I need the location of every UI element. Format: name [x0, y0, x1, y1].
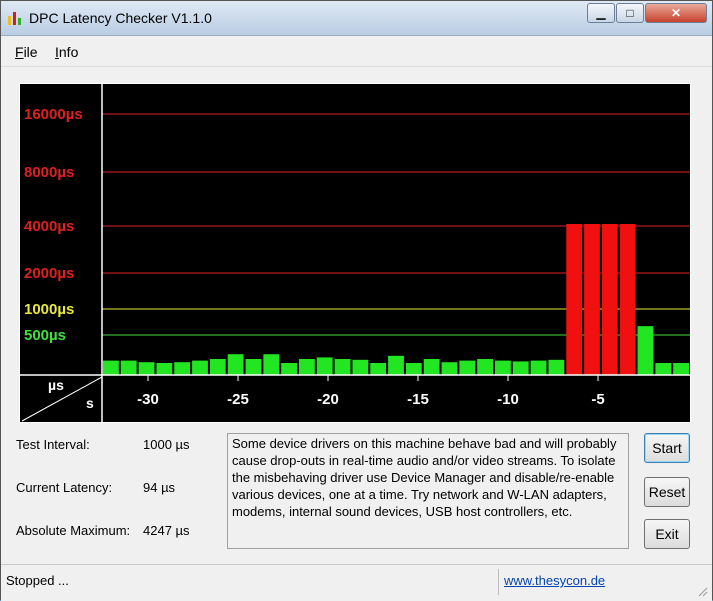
- y-axis-label: 4000µs: [24, 218, 74, 235]
- website-link[interactable]: www.thesycon.de: [504, 573, 605, 588]
- latency-bar: [405, 363, 422, 375]
- close-button[interactable]: ✕: [645, 3, 707, 23]
- y-axis-label: 8000µs: [24, 164, 74, 181]
- latency-bar: [103, 360, 119, 375]
- menu-file[interactable]: File: [15, 44, 38, 60]
- x-tick-label: -25: [227, 391, 249, 408]
- status-divider: [498, 569, 499, 595]
- latency-bar: [530, 360, 547, 375]
- latency-bar: [477, 359, 493, 375]
- minimize-icon: ▁: [596, 6, 606, 20]
- close-icon: ✕: [670, 6, 682, 20]
- latency-bar: [352, 359, 369, 375]
- latency-bar: [156, 363, 173, 375]
- latency-bar: [334, 359, 351, 375]
- latency-bar: [138, 362, 155, 375]
- latency-bar: [192, 360, 208, 375]
- latency-bar: [388, 355, 404, 375]
- latency-bar: [120, 360, 137, 375]
- latency-bar: [619, 223, 636, 375]
- test-interval-label: Test Interval:: [16, 437, 90, 452]
- latency-bar: [227, 354, 244, 375]
- y-axis-label: 16000µs: [24, 106, 83, 123]
- exit-button[interactable]: Exit: [644, 519, 690, 549]
- y-axis-label: 2000µs: [24, 265, 74, 282]
- current-latency-label: Current Latency:: [16, 480, 113, 495]
- maximize-icon: □: [626, 6, 634, 20]
- latency-bar: [299, 359, 315, 375]
- latency-bar: [584, 223, 600, 375]
- corner-unit-bottom: s: [86, 395, 94, 411]
- window-title: DPC Latency Checker V1.1.0: [29, 10, 212, 26]
- latency-bar: [548, 359, 565, 375]
- start-button[interactable]: Start: [644, 433, 690, 463]
- title-bar[interactable]: DPC Latency Checker V1.1.0 ▁ □ ✕: [1, 1, 712, 36]
- absolute-maximum-value: 4247 µs: [143, 523, 190, 538]
- menu-info[interactable]: Info: [55, 44, 78, 60]
- test-interval-value: 1000 µs: [143, 437, 190, 452]
- latency-bar: [245, 359, 262, 375]
- y-axis-label: 1000µs: [24, 301, 74, 318]
- diagnosis-message: Some device drivers on this machine beha…: [227, 433, 629, 549]
- current-latency-value: 94 µs: [143, 480, 176, 495]
- menu-bar: File Info: [1, 36, 712, 67]
- resize-grip-icon[interactable]: [696, 585, 708, 597]
- x-tick-label: -10: [497, 391, 519, 408]
- status-text: Stopped ...: [6, 573, 69, 588]
- latency-graph: 16000µs 8000µs 4000µs 2000µs 1000µs 500µs µs s -…: [19, 83, 691, 423]
- latency-bar: [459, 360, 476, 375]
- latency-bar: [370, 363, 387, 375]
- latency-bar: [174, 362, 191, 375]
- latency-bar: [601, 223, 618, 375]
- maximize-button[interactable]: □: [616, 3, 644, 23]
- latency-bar: [316, 357, 333, 375]
- x-tick-label: -30: [137, 391, 159, 408]
- latency-bar: [441, 362, 458, 375]
- latency-bar: [655, 363, 672, 375]
- x-tick-label: -20: [317, 391, 339, 408]
- x-tick-label: -15: [407, 391, 429, 408]
- latency-bar: [281, 363, 297, 375]
- latency-graph-canvas: 16000µs 8000µs 4000µs 2000µs 1000µs 500µs µs s -…: [20, 84, 690, 422]
- reset-button[interactable]: Reset: [644, 477, 690, 507]
- latency-bar: [423, 359, 440, 375]
- x-tick-label: -5: [591, 391, 604, 408]
- latency-bar: [495, 360, 511, 375]
- latency-bar: [263, 354, 280, 375]
- absolute-maximum-label: Absolute Maximum:: [16, 523, 131, 538]
- latency-bar: [512, 361, 529, 375]
- corner-unit-top: µs: [48, 377, 64, 393]
- app-window: DPC Latency Checker V1.1.0 ▁ □ ✕ File In…: [0, 0, 713, 601]
- status-bar: Stopped ... www.thesycon.de: [1, 564, 712, 601]
- latency-bar: [673, 363, 689, 375]
- y-axis-label: 500µs: [24, 327, 66, 344]
- latency-bar: [209, 359, 226, 375]
- app-bars-icon: [8, 12, 21, 25]
- latency-bar: [566, 223, 583, 375]
- latency-bar: [637, 326, 654, 375]
- minimize-button[interactable]: ▁: [587, 3, 615, 23]
